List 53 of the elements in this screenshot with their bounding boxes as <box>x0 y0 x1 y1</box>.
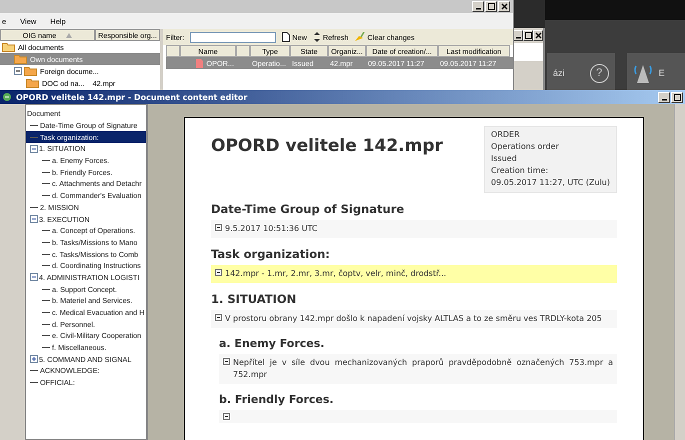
paragraph-text: 9.5.2017 10:51:36 UTC <box>225 223 318 235</box>
subsection-heading: a. Enemy Forces. <box>219 337 326 350</box>
app-icon <box>2 92 12 102</box>
document-title: OPORD velitele 142.mpr <box>211 136 443 156</box>
help-icon: ? <box>590 64 609 82</box>
collapse-icon <box>30 215 38 224</box>
paragraph-text: V prostoru obrany 142.mpr došlo k napadení vojsky ALTLAS a to ze směru ves TRDLY-kota 205 <box>225 313 602 325</box>
paragraph-text: Nepřítel je v síle dvou mechanizovaných praporů pravděpodobně označených 753.mpr a 752.mpr <box>233 357 613 381</box>
info-line: Issued <box>491 153 518 165</box>
minimize-button[interactable] <box>472 1 484 12</box>
app-tile[interactable]: ázi ? <box>547 53 615 93</box>
refresh-icon <box>312 32 321 42</box>
folder-icon <box>14 54 28 64</box>
maximize-icon <box>524 32 532 39</box>
maximize-icon <box>488 3 494 10</box>
close-button[interactable] <box>533 30 543 41</box>
collapse-icon <box>30 355 38 364</box>
maximize-button[interactable] <box>523 30 533 41</box>
collapse-icon <box>30 144 38 153</box>
minimize-button[interactable] <box>658 92 670 102</box>
collapse-icon[interactable] <box>223 358 230 365</box>
info-line: ORDER <box>491 129 521 141</box>
window-title: OPORD velitele 142.mpr - Document content editor <box>16 92 248 102</box>
broom-icon <box>354 32 366 42</box>
collapse-icon <box>30 273 38 282</box>
close-icon <box>534 32 542 39</box>
section-heading: Task organization: <box>211 247 331 261</box>
info-line: Creation time: <box>491 165 550 177</box>
info-line: Operations order <box>491 141 560 153</box>
close-icon <box>500 3 508 10</box>
collapse-icon <box>14 67 22 75</box>
tile-label: E <box>658 68 665 78</box>
document-icon <box>196 58 204 68</box>
app-tile[interactable]: E <box>626 53 685 93</box>
collapse-icon[interactable] <box>215 269 222 276</box>
maximize-button[interactable] <box>485 1 497 12</box>
filter-field[interactable] <box>190 32 276 42</box>
collapse-icon[interactable] <box>215 224 222 231</box>
section-heading: Date-Time Group of Signature <box>211 202 406 216</box>
maximize-icon <box>674 94 680 100</box>
section-heading: 1. SITUATION <box>211 292 298 306</box>
maximize-button[interactable] <box>671 92 683 102</box>
minimize-button[interactable] <box>513 30 523 41</box>
document-icon <box>282 32 290 42</box>
tile-label: ázi <box>553 68 565 78</box>
collapse-icon[interactable] <box>223 413 230 420</box>
close-button[interactable] <box>498 1 510 12</box>
folder-icon <box>26 78 40 88</box>
paragraph-text: 142.mpr - 1.mr, 2.mr, 3.mr, čoptv, velr, minč, drodstř... <box>225 268 446 280</box>
info-line: 09.05.2017 11:27, UTC (Zulu) <box>491 177 610 189</box>
sort-icon <box>66 32 72 38</box>
collapse-icon[interactable] <box>215 314 222 321</box>
subsection-heading: b. Friendly Forces. <box>219 393 335 406</box>
